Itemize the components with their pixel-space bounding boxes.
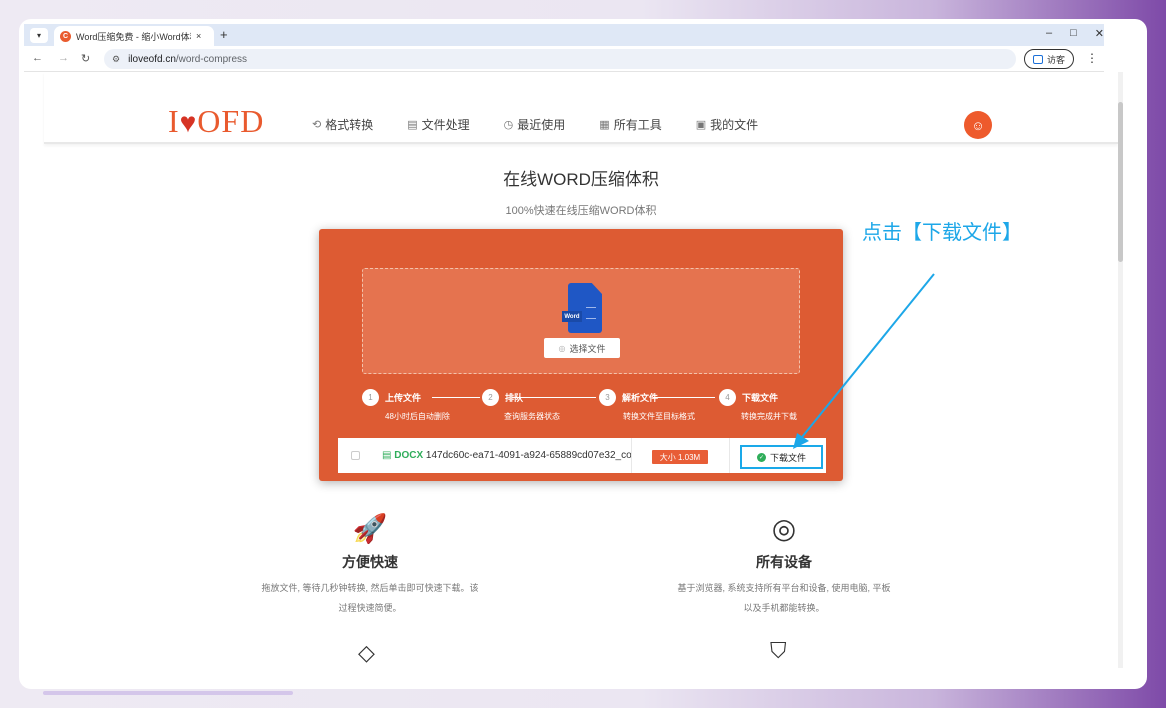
select-file-button[interactable]: ◎ 选择文件	[544, 338, 620, 358]
shield-icon: ⛉	[770, 638, 787, 663]
check-circle-icon: ✓	[756, 452, 766, 462]
profile-icon	[1032, 54, 1043, 64]
upload-icon: ◎	[558, 343, 566, 353]
step-download-desc: 转换完成并下载	[741, 412, 797, 421]
file-row: ▤ DOCX 147dc60c-ea71-4091-a924-65889cd07…	[338, 438, 826, 473]
file-ext: DOCX	[394, 450, 424, 461]
file-name: ▤ DOCX 147dc60c-ea71-4091-a924-65889cd07…	[382, 450, 632, 461]
step-parse-desc: 转换文件至目标格式	[623, 412, 695, 421]
reload-icon[interactable]: ↻	[81, 52, 90, 65]
nav-item-format-convert[interactable]: ⟲ 格式转换	[312, 116, 373, 133]
file-process-icon: ▤	[407, 119, 418, 131]
site-info-icon[interactable]: ⚙	[112, 54, 120, 65]
feature-devices: ◎ 所有设备 基于浏览器, 系统支持所有平台和设备, 使用电脑, 平板以及手机都…	[674, 512, 894, 618]
new-tab-button[interactable]: +	[220, 27, 228, 42]
word-file-icon	[568, 283, 602, 333]
back-icon[interactable]: ←	[32, 52, 43, 64]
guest-profile-button[interactable]: 访客	[1024, 49, 1074, 69]
user-icon: ☺	[971, 117, 985, 133]
tab-bar: ▾ C Word压缩免费 - 缩小Word体积 × + – □ ✕	[24, 24, 1104, 46]
menu-icon[interactable]: ⋮	[1086, 51, 1098, 65]
guest-label: 访客	[1046, 54, 1065, 65]
file-size-badge: 大小 1.03M	[652, 450, 708, 464]
upload-card: Word ◎ 选择文件 1 上传文件 48小时后自动删除 2 排队 查询服务器状…	[319, 229, 843, 481]
nav-item-recent[interactable]: ◷ 最近使用	[504, 116, 566, 133]
annotation-label: 点击【下载文件】	[862, 222, 1022, 244]
step-connector	[653, 397, 715, 398]
nav-item-my-files[interactable]: ▣ 我的文件	[696, 116, 758, 133]
scrollbar-thumb[interactable]	[1118, 102, 1123, 262]
page-title: 在线WORD压缩体积	[503, 170, 659, 189]
tab-active[interactable]: C Word压缩免费 - 缩小Word体积 ×	[54, 26, 214, 46]
nav-item-file-process[interactable]: ▤ 文件处理	[407, 116, 469, 133]
scroll-hint-bar	[43, 691, 293, 695]
forward-icon[interactable]: →	[58, 52, 69, 64]
document-icon: ▤	[382, 450, 392, 461]
file-checkbox[interactable]	[351, 451, 360, 460]
recent-icon: ◷	[503, 119, 514, 131]
url-input[interactable]: ⚙ iloveofd.cn/word-compress	[104, 49, 1016, 69]
step-connector	[512, 397, 596, 398]
tab-close-button[interactable]: ×	[196, 31, 201, 41]
url-text: iloveofd.cn/word-compress	[128, 53, 248, 65]
site-logo[interactable]: I♥OFD	[168, 105, 264, 138]
layers-icon: ◇	[358, 640, 375, 665]
step-connector	[432, 397, 480, 398]
window-controls: – □ ✕	[1046, 27, 1104, 40]
step-queue-desc: 查询服务器状态	[504, 412, 560, 421]
tab-title: Word压缩免费 - 缩小Word体积	[76, 31, 191, 42]
file-dropzone[interactable]: Word ◎ 选择文件	[362, 268, 800, 374]
divider	[729, 438, 730, 473]
maximize-button[interactable]: □	[1070, 27, 1077, 40]
divider	[631, 438, 632, 473]
tab-search-button[interactable]: ▾	[30, 28, 48, 43]
target-icon: ◎	[771, 513, 797, 544]
site-favicon-icon: C	[60, 30, 71, 42]
main-nav: ⟲ 格式转换 ▤ 文件处理 ◷ 最近使用 ▦ 所有工具 ▣ 我的文件	[312, 116, 758, 133]
download-file-button[interactable]: ✓ 下载文件	[740, 445, 823, 469]
nav-item-all-tools[interactable]: ▦ 所有工具	[599, 116, 661, 133]
address-bar: ← → ↻ ⚙ iloveofd.cn/word-compress 访客 ⋮	[24, 46, 1104, 72]
file-name-text: 147dc60c-ea71-4091-a924-65889cd07e32_co	[425, 450, 632, 461]
user-avatar-button[interactable]: ☺	[964, 111, 992, 139]
convert-icon: ⟲	[312, 119, 322, 131]
progress-steps: 1 上传文件 48小时后自动删除 2 排队 查询服务器状态 3 解析文件 转换文…	[362, 389, 802, 425]
word-tag: Word	[562, 311, 582, 322]
tools-icon: ▦	[599, 119, 610, 131]
rocket-icon: 🚀	[352, 513, 388, 544]
feature-fast: 🚀 方便快速 拖放文件, 等待几秒钟转换, 然后单击即可快速下载。该过程快速简便…	[261, 513, 479, 613]
my-files-icon: ▣	[695, 119, 707, 131]
page-content: I♥OFD ⟲ 格式转换 ▤ 文件处理 ◷ 最近使用 ▦ 所有工具 ▣ 我的文件	[44, 72, 1118, 668]
minimize-button[interactable]: –	[1046, 27, 1052, 40]
site-header: I♥OFD ⟲ 格式转换 ▤ 文件处理 ◷ 最近使用 ▦ 所有工具 ▣ 我的文件	[44, 72, 1118, 144]
step-upload-desc: 48小时后自动删除	[385, 412, 450, 421]
close-window-button[interactable]: ✕	[1095, 27, 1104, 40]
page-scrollbar[interactable]	[1118, 72, 1123, 668]
